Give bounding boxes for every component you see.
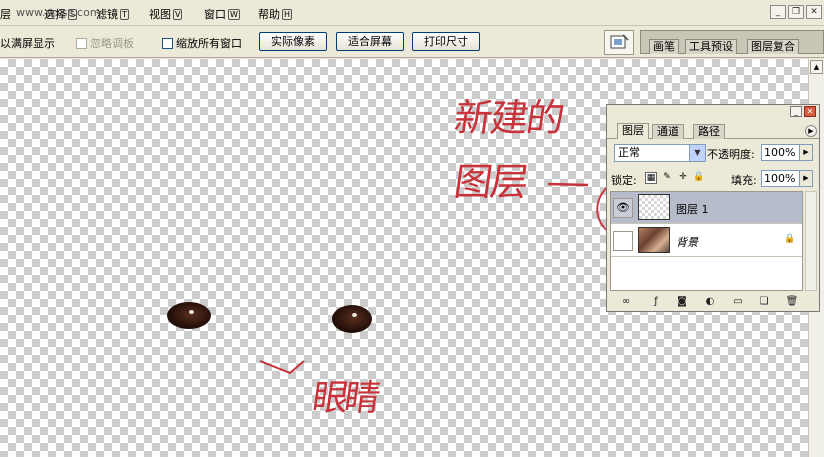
new-group-folder-icon[interactable]: ▭ — [731, 296, 745, 308]
layer-row-background[interactable]: 背景 🔒 — [611, 225, 802, 257]
zoom-all-windows-checkbox[interactable]: 缩放所有窗口 — [162, 35, 242, 51]
right-eye — [332, 305, 372, 333]
checkbox-icon — [76, 38, 87, 49]
lock-position-move-icon[interactable]: ✛ — [677, 172, 689, 184]
layer-mask-icon[interactable]: ◙ — [675, 296, 689, 308]
tab-paths[interactable]: 路径 — [693, 124, 725, 139]
eye-visibility-icon[interactable]: 👁 — [613, 198, 633, 218]
layer-style-icon[interactable]: ƒ — [649, 296, 663, 308]
ignore-palettes-checkbox[interactable]: 忽略调板 — [76, 35, 134, 51]
arrow-right-icon[interactable]: ▶ — [799, 171, 812, 186]
menu-window[interactable]: 窗口 W — [204, 6, 240, 22]
tab-layers[interactable]: 图层 — [617, 123, 649, 139]
layer-name: 背景 — [676, 236, 698, 249]
layers-list: 👁 图层 1 背景 🔒 — [610, 191, 803, 291]
padlock-icon: 🔒 — [784, 234, 796, 244]
visibility-toggle-empty[interactable] — [613, 231, 633, 251]
annotation-pointer-line — [547, 182, 589, 187]
menu-view[interactable]: 视图 V — [149, 6, 183, 22]
adjustment-layer-icon[interactable]: ◐ — [703, 296, 717, 308]
scroll-up-arrow-icon[interactable]: ▲ — [810, 60, 823, 74]
opacity-label: 不透明度: — [707, 148, 755, 161]
annotation-new-layer: 新建的 — [451, 96, 566, 140]
menu-filter[interactable]: 滤镜 T — [96, 6, 129, 22]
minimize-button[interactable]: _ — [770, 5, 786, 19]
lock-transparency-icon[interactable]: ▦ — [645, 172, 657, 184]
link-layers-icon[interactable]: ∞ — [619, 296, 633, 308]
annotation-arrow — [259, 360, 305, 375]
blend-mode-select[interactable]: 正常 ▼ — [614, 144, 706, 162]
background-thumbnail — [638, 227, 670, 253]
file-browser-icon — [610, 34, 629, 49]
close-button[interactable]: ✕ — [806, 5, 822, 19]
panel-titlebar[interactable]: _ ✕ — [607, 105, 819, 119]
fill-input[interactable]: 100% ▶ — [761, 170, 813, 187]
palette-well: 画笔 工具预设 图层复合 — [640, 30, 824, 54]
left-eye — [167, 302, 211, 329]
eye-glint — [352, 313, 357, 317]
print-size-button[interactable]: 打印尺寸 — [412, 32, 480, 51]
well-tab-tool-presets[interactable]: 工具预设 — [685, 39, 737, 54]
well-tab-brushes[interactable]: 画笔 — [649, 39, 679, 54]
layer-name: 图层 1 — [676, 203, 709, 216]
layers-scrollbar[interactable] — [805, 191, 817, 291]
fit-window-checkbox[interactable]: 以满屏显示 — [0, 35, 55, 51]
new-layer-icon[interactable]: ❏ — [757, 296, 771, 308]
lock-image-brush-icon[interactable]: ✎ — [661, 172, 673, 184]
file-browser-button[interactable] — [604, 30, 634, 55]
fill-label: 填充: — [731, 174, 757, 187]
arrow-right-icon[interactable]: ▶ — [799, 145, 812, 160]
checkbox-icon — [162, 38, 173, 49]
layers-bottom-bar: ∞ ƒ ◙ ◐ ▭ ❏ 🗑 — [607, 294, 819, 311]
lock-label: 锁定: — [611, 174, 637, 187]
menu-select[interactable]: 选择 S — [44, 6, 78, 22]
menu-help[interactable]: 帮助 H — [258, 6, 293, 22]
chevron-down-icon: ▼ — [689, 145, 705, 161]
restore-button[interactable]: ❐ — [788, 5, 804, 19]
options-bar: 以满屏显示 忽略调板 缩放所有窗口 实际像素 适合屏幕 打印尺寸 画笔 工具预设… — [0, 26, 824, 58]
eye-glint — [189, 310, 194, 314]
trash-delete-icon[interactable]: 🗑 — [785, 296, 799, 308]
opacity-input[interactable]: 100% ▶ — [761, 144, 813, 161]
panel-tabs: 图层 通道 路径 ▶ — [607, 122, 819, 139]
layer-thumbnail — [638, 194, 670, 220]
annotation-layer: 图层 — [451, 160, 530, 204]
tab-channels[interactable]: 通道 — [652, 124, 684, 139]
fit-screen-button[interactable]: 适合屏幕 — [336, 32, 404, 51]
lock-all-padlock-icon[interactable]: 🔒 — [693, 172, 705, 184]
layer-row-layer1[interactable]: 👁 图层 1 — [611, 192, 802, 224]
panel-menu-arrow-icon[interactable]: ▶ — [805, 125, 817, 137]
annotation-eyes: 眼睛 — [309, 378, 380, 419]
actual-pixels-button[interactable]: 实际像素 — [259, 32, 327, 51]
panel-minimize-button[interactable]: _ — [790, 106, 802, 117]
menu-bar: 层 www.crssc.com 选择 S 滤镜 T 视图 V 窗口 W 帮助 H _ ❐ … — [0, 0, 824, 26]
well-tab-layer-comps[interactable]: 图层复合 — [747, 39, 799, 54]
layers-panel: _ ✕ 图层 通道 路径 ▶ 正常 ▼ 不透明度: 100% ▶ 锁定: ▦ ✎… — [606, 104, 820, 312]
menu-layer[interactable]: 层 — [0, 6, 11, 22]
panel-close-button[interactable]: ✕ — [804, 106, 816, 117]
